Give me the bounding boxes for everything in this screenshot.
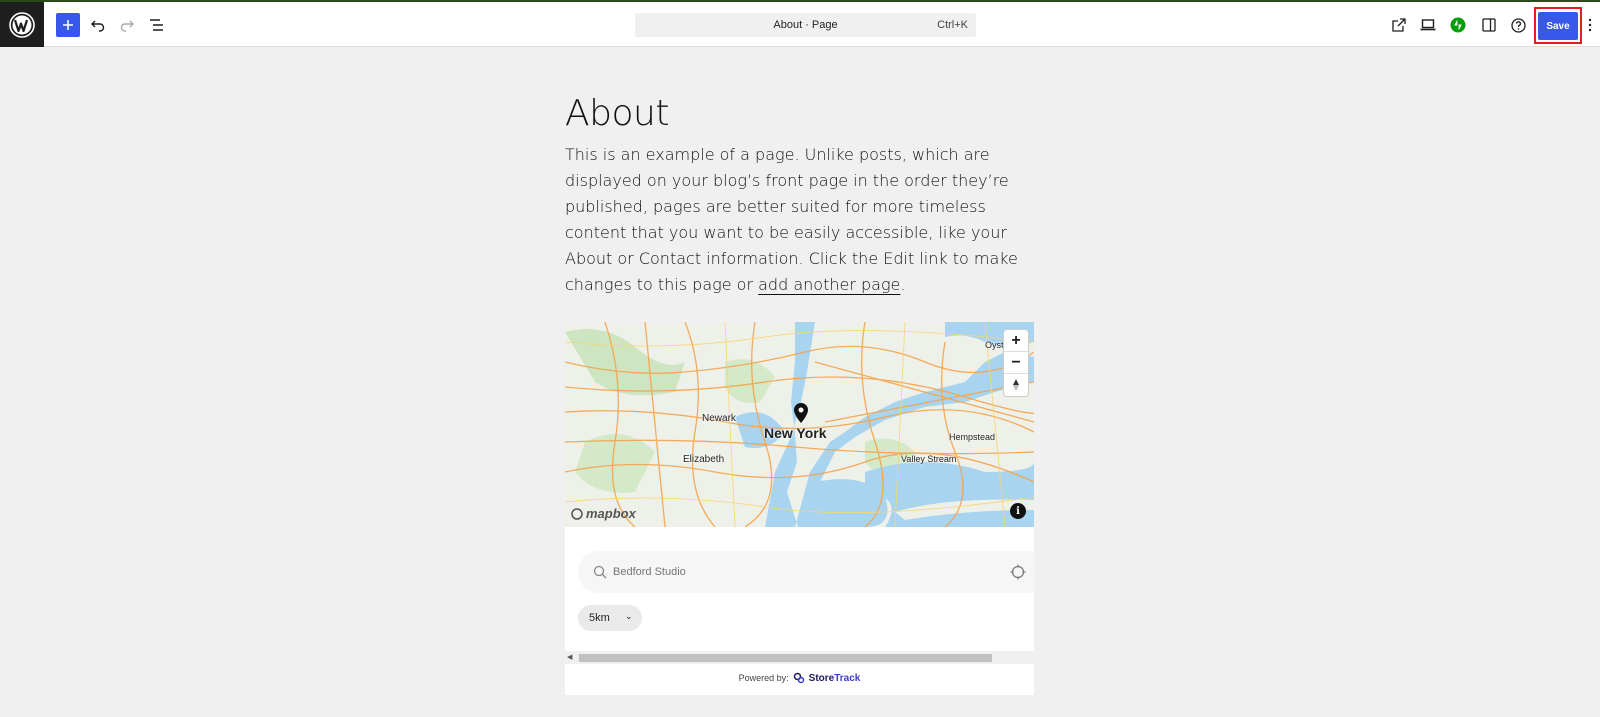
preview-button[interactable]: [1416, 13, 1440, 37]
compass-icon: [1013, 379, 1019, 391]
external-link-icon: [1392, 18, 1406, 32]
more-vertical-icon: [1588, 18, 1592, 32]
map-zoom-controls: + −: [1004, 330, 1028, 396]
map-label-new-york: New York: [764, 425, 827, 441]
scrollbar-thumb[interactable]: [579, 654, 992, 662]
location-search-input[interactable]: [613, 562, 993, 582]
scroll-left-icon[interactable]: ◀: [567, 653, 572, 661]
undo-button[interactable]: [86, 13, 110, 37]
editor-canvas: About This is an example of a page. Unli…: [565, 90, 1035, 298]
storetrack-brand[interactable]: StoreTrack: [809, 673, 861, 684]
map-label-newark: Newark: [702, 413, 736, 424]
powered-by-label: Powered by:: [738, 673, 789, 683]
storetrack-logo-icon: [793, 672, 804, 684]
map-label-valley-stream: Valley Stream: [901, 454, 957, 464]
redo-icon: [120, 20, 134, 32]
mapbox-text: mapbox: [586, 506, 636, 521]
help-button[interactable]: [1506, 13, 1530, 37]
map-label-oyst: Oyst: [985, 340, 1004, 350]
wordpress-logo-icon: [9, 11, 35, 38]
store-locator-block[interactable]: Newark New York Elizabeth Hempstead Vall…: [565, 322, 1034, 695]
save-button[interactable]: Save: [1538, 12, 1578, 40]
radius-select[interactable]: 5km ⌄: [578, 605, 642, 631]
add-block-button[interactable]: [56, 13, 80, 37]
plus-icon: [63, 20, 73, 30]
radius-value: 5km: [589, 612, 610, 624]
map-label-hempstead: Hempstead: [949, 432, 996, 442]
page-title[interactable]: About: [565, 90, 1035, 138]
add-another-page-link[interactable]: add another page: [758, 275, 900, 294]
command-shortcut: Ctrl+K: [937, 19, 968, 31]
document-title: About · Page: [773, 19, 838, 31]
horizontal-scrollbar[interactable]: ◀: [565, 651, 1034, 664]
laptop-icon: [1420, 19, 1436, 31]
redo-button[interactable]: [115, 13, 139, 37]
command-palette-bar[interactable]: About · Page Ctrl+K: [635, 13, 976, 37]
undo-icon: [91, 20, 105, 32]
list-view-button[interactable]: [145, 13, 169, 37]
options-button[interactable]: [1582, 13, 1598, 37]
map-info-button[interactable]: i: [1010, 503, 1026, 519]
chevron-down-icon: ⌄: [625, 611, 633, 621]
paragraph-text: This is an example of a page. Unlike pos…: [565, 145, 1018, 294]
view-page-button[interactable]: [1387, 13, 1411, 37]
page-paragraph[interactable]: This is an example of a page. Unlike pos…: [565, 142, 1020, 298]
map-view[interactable]: Newark New York Elizabeth Hempstead Vall…: [565, 322, 1034, 527]
jetpack-icon: [1450, 17, 1466, 33]
powered-by-footer: Powered by: StoreTrack: [565, 672, 1034, 684]
location-search-bar: [578, 551, 1034, 593]
help-icon: [1510, 17, 1526, 33]
jetpack-button[interactable]: [1446, 13, 1470, 37]
list-view-icon: [150, 19, 163, 31]
zoom-in-button[interactable]: +: [1004, 330, 1028, 352]
map-label-elizabeth: Elizabeth: [683, 454, 725, 465]
crosshair-icon[interactable]: [1010, 564, 1026, 580]
brand-store: Store: [808, 672, 835, 684]
mapbox-attribution[interactable]: mapbox: [571, 506, 636, 521]
search-icon: [593, 565, 607, 579]
paragraph-end: .: [900, 275, 906, 294]
editor-top-bar: About · Page Ctrl+K Save: [0, 0, 1600, 47]
sidebar-icon: [1482, 18, 1496, 32]
compass-button[interactable]: [1004, 374, 1028, 396]
mapbox-logo-icon: [571, 507, 583, 520]
wordpress-logo-button[interactable]: [0, 2, 44, 47]
zoom-out-button[interactable]: −: [1004, 352, 1028, 374]
settings-sidebar-button[interactable]: [1477, 13, 1501, 37]
brand-track: Track: [834, 672, 861, 684]
